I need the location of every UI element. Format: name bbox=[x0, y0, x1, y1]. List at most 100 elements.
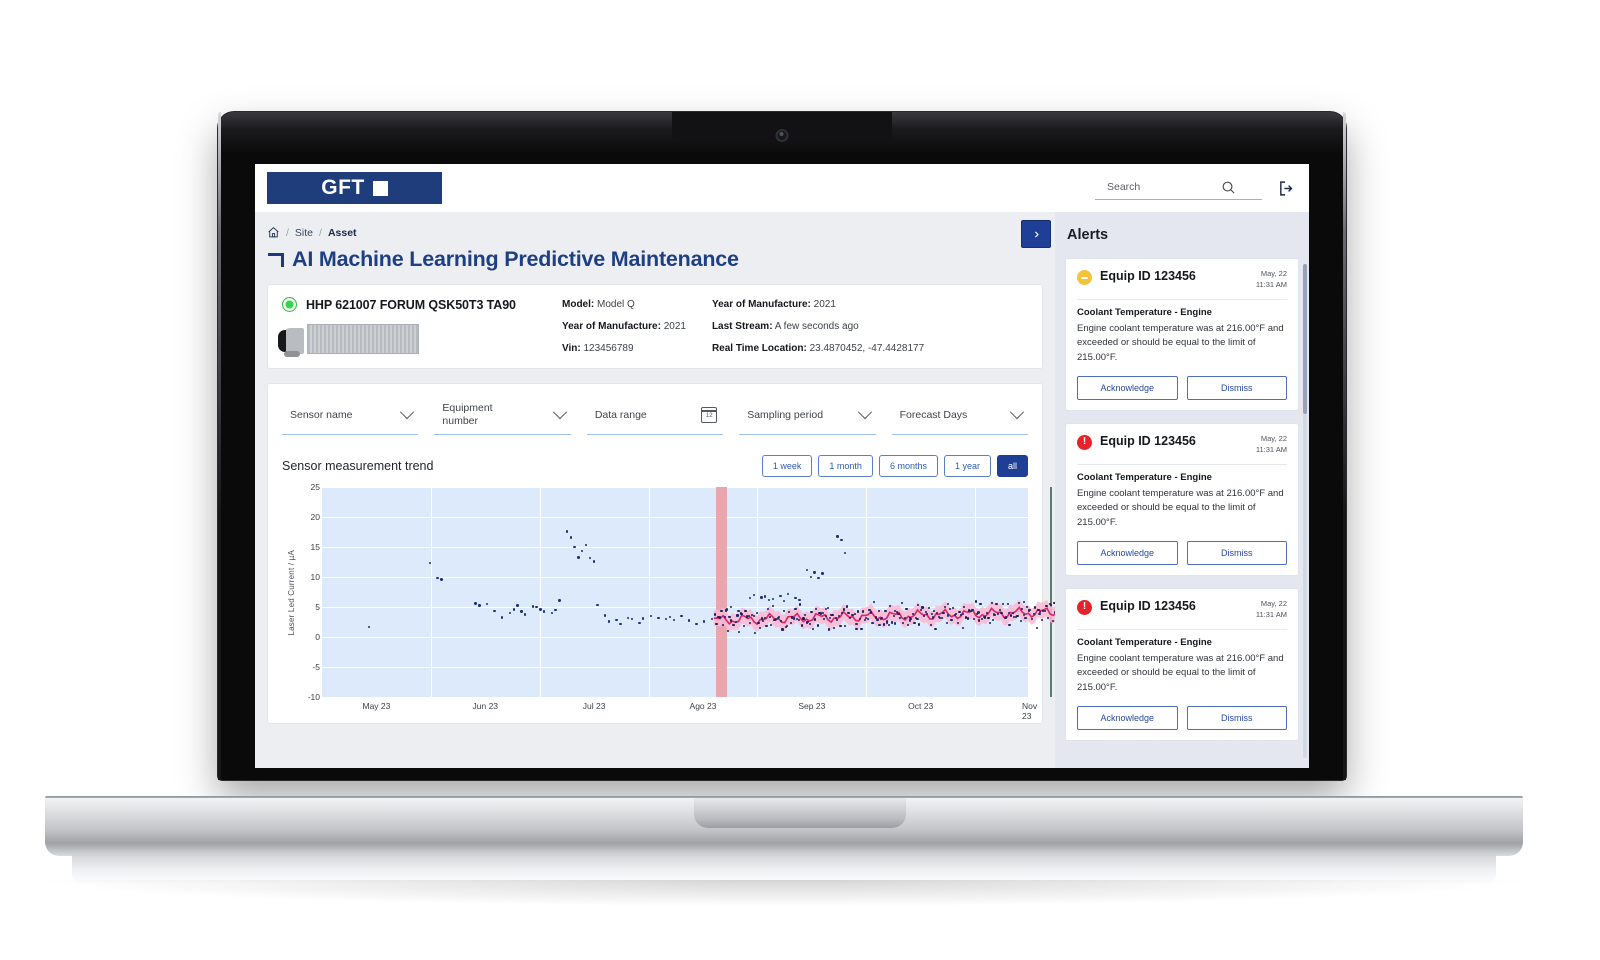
filter-sensor-name[interactable]: Sensor name bbox=[282, 398, 419, 436]
brand-logo[interactable]: GFT bbox=[267, 172, 442, 204]
range-1-year[interactable]: 1 year bbox=[943, 455, 991, 478]
lid-edge-right bbox=[1343, 112, 1346, 780]
alert-divider bbox=[1077, 463, 1287, 465]
chart-data-point bbox=[729, 619, 733, 622]
asset-name-row: HHP 621007 FORUM QSK50T3 TA90 bbox=[282, 297, 562, 312]
alert-message: Engine coolant temperature was at 216.00… bbox=[1077, 487, 1284, 529]
chart-data-point bbox=[905, 607, 908, 610]
range-1-week[interactable]: 1 week bbox=[761, 455, 813, 478]
chart-data-point bbox=[474, 602, 477, 605]
alerts-title: Alerts bbox=[1067, 227, 1109, 243]
chart-data-point bbox=[592, 560, 595, 563]
chart-data-point bbox=[736, 614, 739, 617]
range-1-month[interactable]: 1 month bbox=[818, 455, 873, 478]
acknowledge-button[interactable]: Acknowledge bbox=[1077, 540, 1178, 565]
chart-data-point bbox=[855, 622, 858, 626]
acknowledge-button[interactable]: Acknowledge bbox=[1077, 705, 1178, 730]
brand-logo-text: GFT bbox=[321, 176, 365, 199]
chart-data-point bbox=[779, 594, 782, 598]
detail-location: Real Time Location: 23.4870452, -47.4428… bbox=[712, 343, 924, 354]
detail-last-stream-value: A few seconds ago bbox=[774, 321, 859, 332]
chart-header: Sensor measurement trend 1 week 1 month … bbox=[282, 455, 1028, 478]
range-all[interactable]: all bbox=[996, 455, 1028, 478]
chart-data-point bbox=[744, 610, 747, 613]
filter-equipment-number[interactable]: Equipment number bbox=[434, 398, 571, 436]
dismiss-button[interactable]: Dismiss bbox=[1186, 705, 1287, 730]
chart-x-tick: Jun 23 bbox=[472, 701, 499, 712]
alert-time: 11:31 AM bbox=[1255, 444, 1287, 454]
chart-y-axis-label-text: Laser Led Current / µA bbox=[286, 549, 296, 636]
chart-data-point bbox=[1006, 602, 1009, 606]
warning-icon bbox=[1077, 270, 1092, 285]
home-icon[interactable] bbox=[267, 226, 280, 239]
alert-time: 11:31 AM bbox=[1255, 609, 1287, 619]
topbar-actions bbox=[1095, 177, 1295, 200]
detail-model-value: Model Q bbox=[597, 299, 635, 310]
chart-data-point bbox=[916, 603, 919, 606]
chart-data-point bbox=[921, 606, 924, 609]
search-input[interactable] bbox=[1105, 180, 1221, 194]
chart-y-axis-label: Laser Led Current / µA bbox=[282, 487, 300, 697]
alert-equipment-id: Equip ID 123456 bbox=[1100, 269, 1196, 283]
chart-data-point bbox=[1040, 618, 1043, 622]
alert-equipment-id: Equip ID 123456 bbox=[1100, 598, 1196, 613]
chart-data-point bbox=[531, 605, 534, 608]
chart-plot-area: Laser Led Current / µA 25 20 15 10 5 0 -5 -10 bbox=[282, 482, 1085, 702]
chart-data-point bbox=[956, 621, 960, 624]
alert-timestamp: May, 22 11:31 AM bbox=[1256, 434, 1287, 456]
chart-x-tick: Oct 23 bbox=[908, 701, 934, 712]
chart-data-point bbox=[512, 608, 515, 611]
chart-data-point bbox=[619, 622, 622, 626]
filter-sampling-period[interactable]: Sampling period bbox=[739, 398, 876, 436]
chart-data-point bbox=[520, 610, 523, 613]
chart-canvas bbox=[322, 487, 1085, 699]
chart-data-point bbox=[747, 614, 750, 617]
asset-details-col-right: Year of Manufacture: 2021 Last Stream: A… bbox=[712, 299, 924, 354]
alert-equipment-id: Equip ID 123456 bbox=[1100, 433, 1196, 448]
alerts-list[interactable]: Equip ID 123456 May, 22 11:31 AM Coolant Te… bbox=[1055, 258, 1309, 764]
chart-data-point bbox=[990, 601, 993, 605]
chart-data-point bbox=[755, 611, 758, 614]
alerts-scrollbar-thumb[interactable] bbox=[1303, 264, 1307, 414]
chart-data-point bbox=[794, 607, 797, 611]
chart-data-point bbox=[900, 601, 903, 605]
calendar-icon[interactable]: 12 bbox=[701, 407, 718, 424]
breadcrumb-item-site[interactable]: Site bbox=[295, 227, 313, 239]
chart-data-point bbox=[995, 602, 998, 605]
search-box[interactable] bbox=[1095, 177, 1262, 200]
chart-data-point bbox=[1051, 619, 1054, 622]
filter-sampling-period-label: Sampling period bbox=[747, 408, 824, 421]
filter-data-range[interactable]: Data range 12 bbox=[586, 398, 724, 436]
search-icon[interactable] bbox=[1221, 180, 1236, 195]
breadcrumb-item-asset[interactable]: Asset bbox=[328, 227, 357, 239]
chart-data-point bbox=[932, 609, 935, 612]
alerts-scrollbar[interactable] bbox=[1303, 264, 1307, 758]
detail-location-value: 23.4870452, -47.4428177 bbox=[809, 343, 925, 354]
chart-data-point bbox=[858, 617, 861, 621]
laptop-screen: GFT Search / Site / Asset AI Machine Lea… bbox=[255, 164, 1309, 768]
app-window: GFT Search / Site / Asset AI Machine Lea… bbox=[255, 164, 1309, 768]
filter-sensor-name-label: Sensor name bbox=[290, 408, 353, 421]
alerts-collapse-button[interactable] bbox=[1021, 220, 1051, 248]
filter-equipment-number-label: Equipment number bbox=[442, 402, 492, 428]
dismiss-button[interactable]: Dismiss bbox=[1186, 540, 1287, 565]
lid-edge-left bbox=[218, 112, 221, 780]
chart-data-point bbox=[638, 621, 641, 625]
alert-date: May, 22 bbox=[1260, 598, 1287, 608]
chart-data-point bbox=[882, 623, 886, 626]
range-6-months[interactable]: 6 months bbox=[878, 455, 938, 478]
chart-data-point bbox=[884, 610, 887, 613]
dismiss-button[interactable]: Dismiss bbox=[1186, 375, 1287, 400]
alerts-header: Alerts bbox=[1021, 212, 1309, 258]
logout-icon[interactable] bbox=[1278, 180, 1295, 197]
acknowledge-button[interactable]: Acknowledge bbox=[1077, 375, 1178, 400]
chart-y-tick: 0 bbox=[315, 632, 320, 643]
asset-name: HHP 621007 FORUM QSK50T3 TA90 bbox=[306, 297, 516, 312]
chart-data-point bbox=[821, 572, 824, 575]
alert-subject: Coolant Temperature - Engine bbox=[1077, 306, 1212, 318]
chart-data-point bbox=[1009, 614, 1013, 617]
alert-message: Engine coolant temperature was at 216.00… bbox=[1077, 652, 1284, 693]
chart-data-point bbox=[493, 609, 496, 613]
filter-forecast-days[interactable]: Forecast Days bbox=[891, 398, 1029, 436]
chart-data-point bbox=[428, 561, 432, 565]
